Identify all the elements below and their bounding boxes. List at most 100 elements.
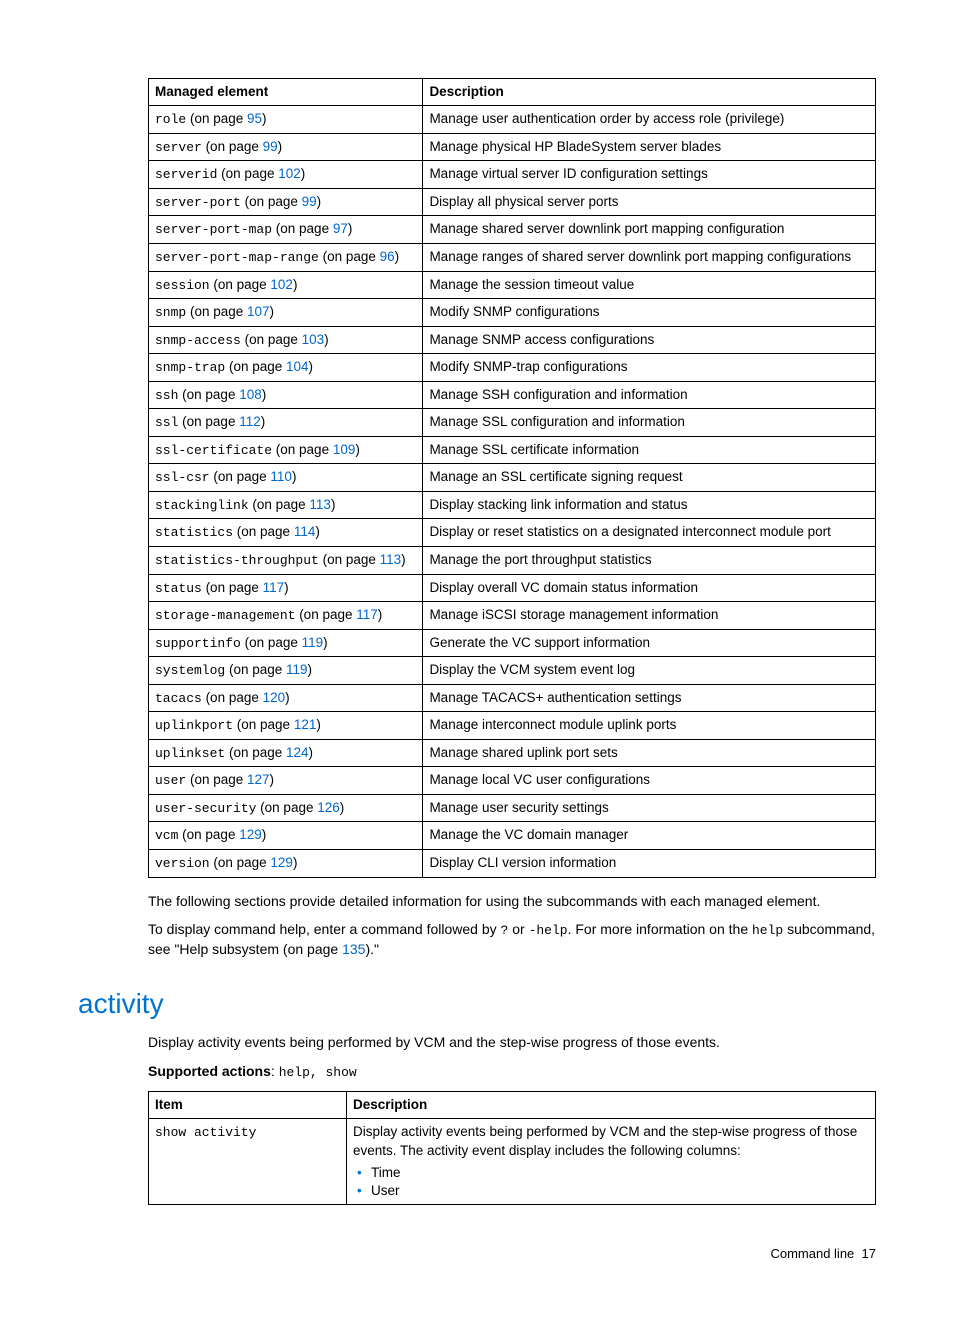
table-row: server-port-map (on page 97)Manage share… [149,216,876,244]
command-code: stackinglink [155,498,249,513]
table-row: vcm (on page 129)Manage the VC domain ma… [149,822,876,850]
page-link[interactable]: 95 [247,111,262,126]
table-row: role (on page 95)Manage user authenticat… [149,106,876,134]
command-code: uplinkset [155,746,225,761]
page-link[interactable]: 110 [270,469,292,484]
activity-table: Item Description show activity Display a… [148,1091,876,1205]
help-page-link[interactable]: 135 [342,941,365,957]
table-row: server-port-map-range (on page 96)Manage… [149,243,876,271]
command-code: statistics [155,525,233,540]
table2-header-description: Description [347,1092,876,1119]
command-code: server [155,140,202,155]
activity-intro: Display activity events being performed … [148,1033,876,1052]
command-code: systemlog [155,663,225,678]
page-link[interactable]: 117 [356,607,378,622]
table-row: show activity Display activity events be… [149,1119,876,1205]
code-help: help [752,923,783,938]
page-link[interactable]: 120 [263,690,286,705]
page-link[interactable]: 107 [247,304,270,319]
page-link[interactable]: 129 [239,827,262,842]
page-link[interactable]: 119 [302,635,324,650]
description-cell: Manage SSL certificate information [423,436,876,464]
table-row: serverid (on page 102)Manage virtual ser… [149,161,876,189]
page-link[interactable]: 117 [263,580,285,595]
page-link[interactable]: 113 [380,552,402,567]
command-code: statistics-throughput [155,553,319,568]
command-code: snmp-access [155,333,241,348]
description-cell: Manage virtual server ID configuration s… [423,161,876,189]
list-item: User [371,1182,869,1200]
page-link[interactable]: 109 [333,442,356,457]
table-row: user (on page 127)Manage local VC user c… [149,767,876,795]
description-cell: Display all physical server ports [423,188,876,216]
page-link[interactable]: 102 [270,277,293,292]
footer-page: 17 [862,1246,876,1261]
page-link[interactable]: 102 [278,166,301,181]
description-cell: Manage shared server downlink port mappi… [423,216,876,244]
command-code: storage-management [155,608,295,623]
command-code: tacacs [155,691,202,706]
description-cell: Manage user security settings [423,794,876,822]
list-item: Time [371,1164,869,1182]
page-link[interactable]: 127 [247,772,270,787]
command-code: user-security [155,801,256,816]
page-link[interactable]: 99 [263,139,278,154]
page-link[interactable]: 112 [239,414,261,429]
command-code: uplinkport [155,718,233,733]
table-row: server (on page 99)Manage physical HP Bl… [149,133,876,161]
table-header-managed-element: Managed element [149,79,423,106]
description-cell: Manage the port throughput statistics [423,546,876,574]
command-code: user [155,773,186,788]
page-footer: Command line 17 [78,1245,876,1263]
table-row: snmp-access (on page 103)Manage SNMP acc… [149,326,876,354]
command-code: server-port [155,195,241,210]
description-cell: Manage an SSL certificate signing reques… [423,464,876,492]
command-code: ssh [155,388,178,403]
page-link[interactable]: 114 [294,524,316,539]
description-cell: Manage user authentication order by acce… [423,106,876,134]
page-link[interactable]: 129 [270,855,293,870]
description-cell: Display CLI version information [423,849,876,877]
description-cell: Display the VCM system event log [423,657,876,685]
table-row: ssl-certificate (on page 109)Manage SSL … [149,436,876,464]
table-row: snmp (on page 107)Modify SNMP configurat… [149,299,876,327]
command-code: serverid [155,167,217,182]
description-cell: Manage SNMP access configurations [423,326,876,354]
description-cell: Display or reset statistics on a designa… [423,519,876,547]
page-link[interactable]: 103 [302,332,325,347]
table-row: user-security (on page 126)Manage user s… [149,794,876,822]
page-link[interactable]: 99 [302,194,317,209]
page-link[interactable]: 104 [286,359,309,374]
command-code: server-port-map-range [155,250,319,265]
page-link[interactable]: 126 [317,800,340,815]
page-link[interactable]: 108 [239,387,262,402]
page-link[interactable]: 124 [286,745,309,760]
command-code: ssl [155,415,178,430]
help-paragraph: To display command help, enter a command… [148,920,876,958]
activity-heading: activity [78,985,876,1023]
page-link[interactable]: 121 [294,717,317,732]
activity-desc: Display activity events being performed … [353,1124,857,1157]
table-row: status (on page 117)Display overall VC d… [149,574,876,602]
footer-label: Command line [770,1246,854,1261]
code-help-flag: -help [529,923,568,938]
page-link[interactable]: 119 [286,662,308,677]
command-code: ssl-certificate [155,443,272,458]
description-cell: Manage SSH configuration and information [423,381,876,409]
command-code: vcm [155,828,178,843]
table-row: stackinglink (on page 113)Display stacki… [149,491,876,519]
page-link[interactable]: 96 [380,249,395,264]
table-row: uplinkset (on page 124)Manage shared upl… [149,739,876,767]
description-cell: Modify SNMP-trap configurations [423,354,876,382]
page-link[interactable]: 97 [333,221,348,236]
table-row: ssl-csr (on page 110)Manage an SSL certi… [149,464,876,492]
command-code: ssl-csr [155,470,210,485]
table-header-description: Description [423,79,876,106]
description-cell: Manage interconnect module uplink ports [423,712,876,740]
table-row: ssh (on page 108)Manage SSH configuratio… [149,381,876,409]
description-cell: Manage the session timeout value [423,271,876,299]
table-row: snmp-trap (on page 104)Modify SNMP-trap … [149,354,876,382]
description-cell: Manage iSCSI storage management informat… [423,602,876,630]
page-link[interactable]: 113 [309,497,331,512]
command-code: supportinfo [155,636,241,651]
